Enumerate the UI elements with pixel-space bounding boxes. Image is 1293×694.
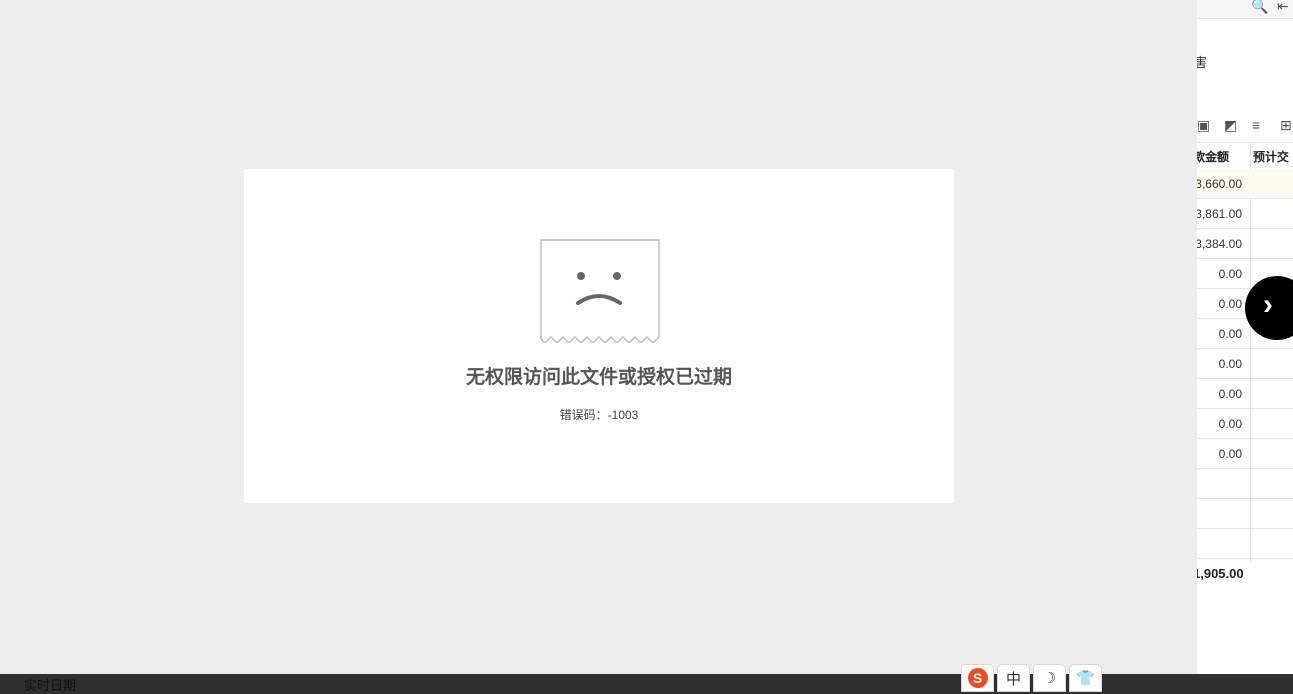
ime-logo-button[interactable]: S [961,664,994,692]
bottom-status-text: 实时日期 [24,678,77,693]
ime-language-button[interactable]: 中 [997,664,1030,692]
table-row[interactable]: 3,861.00 [1197,199,1293,229]
error-card: 无权限访问此文件或授权已过期 错误码：-1003 [244,169,954,503]
table-row[interactable] [1197,499,1293,529]
ime-skin-button[interactable]: 👕 [1069,664,1102,692]
table-row[interactable]: 3,384.00 [1197,229,1293,259]
column-header-amount[interactable]: 款金额 [1197,148,1229,165]
table-row[interactable] [1197,469,1293,499]
table-row[interactable]: 0.00 [1197,409,1293,439]
back-icon[interactable]: ⇤ [1277,0,1289,15]
search-icon[interactable]: 🔍 [1251,0,1268,15]
export-icon[interactable]: ◩ [1224,117,1237,134]
table-total: 1,905.00 [1197,566,1244,581]
background-title: 害 [1197,55,1208,70]
ime-language-label: 中 [1005,670,1021,688]
moon-icon: ☽ [1042,670,1057,687]
column-header-expected[interactable]: 预计交 [1253,148,1289,165]
sad-document-icon [540,239,660,343]
table-row[interactable]: 3,660.00 [1197,169,1293,199]
error-message: 无权限访问此文件或授权已过期 [465,366,732,388]
chevron-right-icon: › [1263,288,1273,321]
filter-icon[interactable]: ≡ [1252,117,1260,133]
error-code: 错误码：-1003 [244,406,954,423]
background-topbar: 🔍 ⇤ [1197,0,1293,19]
table-row[interactable]: 0.00 [1197,349,1293,379]
table-header: 款金额 预计交 [1197,142,1293,170]
viewer-overlay: 无权限访问此文件或授权已过期 错误码：-1003 [0,0,1197,674]
chart-icon[interactable]: ⊞ [1280,117,1292,134]
error-code-label: 错误码： [559,408,608,422]
table-row[interactable]: 0.00 [1197,379,1293,409]
shirt-icon: 👕 [1076,670,1095,687]
table-row[interactable] [1197,529,1293,559]
copy-icon[interactable]: ▣ [1197,117,1210,134]
sogou-logo-icon: S [967,668,988,688]
error-code-value: -1003 [607,408,639,422]
table-row[interactable]: 0.00 [1197,439,1293,469]
ime-night-mode-button[interactable]: ☽ [1033,664,1066,692]
ime-toolbar: S 中 ☽ 👕 [961,664,1105,692]
